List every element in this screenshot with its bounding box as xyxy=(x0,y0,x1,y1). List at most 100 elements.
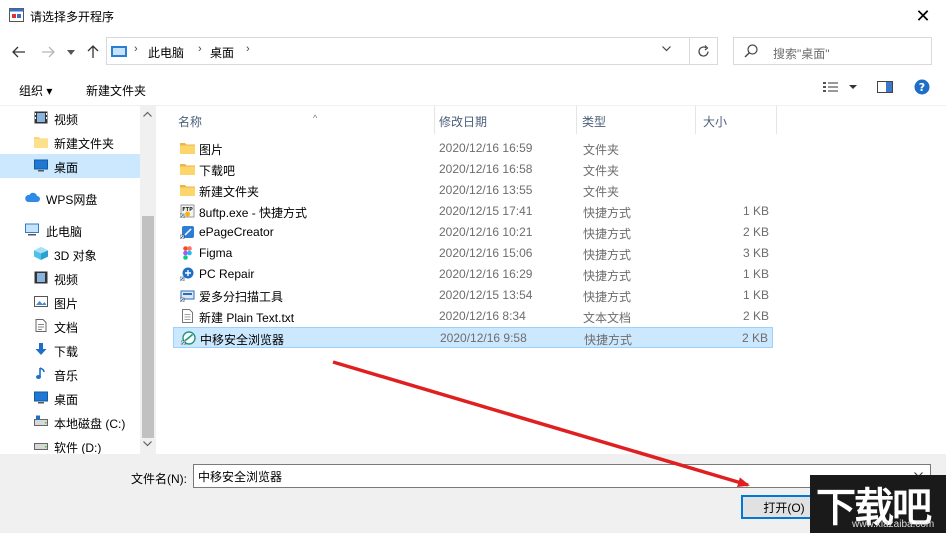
file-row[interactable]: 下载吧 2020/12/16 16:58 文件夹 xyxy=(173,159,773,180)
column-header-name[interactable]: 名称 ^ xyxy=(173,106,435,134)
file-row[interactable]: Figma 2020/12/16 15:06 快捷方式 3 KB xyxy=(173,243,773,264)
desktop-icon xyxy=(34,159,48,172)
nav-item-label: 音乐 xyxy=(54,369,79,383)
file-type: 文件夹 xyxy=(583,164,620,178)
nav-item-pictures[interactable]: 图片 xyxy=(0,290,140,314)
nav-item-label: 视频 xyxy=(54,273,79,287)
file-row[interactable]: ePageCreator 2020/12/16 10:21 快捷方式 2 KB xyxy=(173,222,773,243)
file-type: 文本文档 xyxy=(583,311,632,325)
file-size: 1 KB xyxy=(742,204,769,218)
address-history-dropdown[interactable] xyxy=(662,44,671,55)
file-type: 文件夹 xyxy=(583,143,620,157)
breadcrumb-desktop[interactable]: 桌面 xyxy=(210,44,234,61)
preview-pane-button[interactable] xyxy=(877,80,893,97)
navigation-pane: 视频 新建文件夹 桌面 WPS网盘 此电脑 3D 对象 视频 图片 文档 下载 … xyxy=(0,106,156,454)
nav-item-documents[interactable]: 文档 xyxy=(0,314,140,338)
file-date: 2020/12/16 13:55 xyxy=(439,183,533,197)
navigation-scrollbar[interactable] xyxy=(140,106,156,454)
file-row[interactable]: FTP 8uftp.exe - 快捷方式 2020/12/15 17:41 快捷… xyxy=(173,201,773,222)
arrow-right-icon xyxy=(42,46,55,58)
picture-icon xyxy=(34,296,48,307)
file-date: 2020/12/16 16:29 xyxy=(439,267,533,281)
nav-item-music[interactable]: 音乐 xyxy=(0,362,140,386)
up-button[interactable] xyxy=(82,41,104,63)
nav-item-label: 下载 xyxy=(54,345,79,359)
forward-button[interactable] xyxy=(37,41,59,63)
file-row[interactable]: 新建文件夹 2020/12/16 13:55 文件夹 xyxy=(173,180,773,201)
nav-item-drive-c[interactable]: 本地磁盘 (C:) xyxy=(0,410,140,434)
close-button[interactable]: ✕ xyxy=(900,0,946,32)
organize-button[interactable]: 组织 ▾ xyxy=(19,82,52,99)
app-window-icon xyxy=(9,8,24,22)
cube-icon xyxy=(34,247,48,260)
nav-item-3d-objects[interactable]: 3D 对象 xyxy=(0,242,140,266)
computer-icon xyxy=(25,223,39,236)
folder-icon xyxy=(180,164,195,175)
scrollbar-thumb[interactable] xyxy=(142,216,154,438)
column-header-size[interactable]: 大小 xyxy=(696,106,776,134)
text-file-icon xyxy=(182,309,193,323)
preview-pane-icon xyxy=(877,81,893,93)
nav-item-label: 此电脑 xyxy=(46,225,83,239)
video-icon xyxy=(34,111,48,124)
nav-item-desktop[interactable]: 桌面 xyxy=(0,154,140,178)
file-size: 2 KB xyxy=(741,331,768,345)
file-date: 2020/12/16 16:58 xyxy=(439,162,533,176)
file-size: 2 KB xyxy=(742,309,769,323)
view-options-button[interactable] xyxy=(822,80,858,97)
file-row[interactable]: 图片 2020/12/16 16:59 文件夹 xyxy=(173,138,773,159)
open-button-label: 打开(O) xyxy=(763,500,805,515)
refresh-button[interactable] xyxy=(689,37,717,65)
file-row[interactable]: 爱多分扫描工具 2020/12/15 13:54 快捷方式 1 KB xyxy=(173,285,773,306)
help-button[interactable]: ? xyxy=(914,79,930,98)
column-divider[interactable] xyxy=(776,106,777,134)
nav-item-new-folder[interactable]: 新建文件夹 xyxy=(0,130,140,154)
nav-item-drive-d[interactable]: 软件 (D:) xyxy=(0,434,140,454)
search-box[interactable]: 搜索"桌面" xyxy=(733,37,932,65)
nav-item-this-pc[interactable]: 此电脑 xyxy=(0,218,140,242)
file-date: 2020/12/16 10:21 xyxy=(439,225,533,239)
folder-icon xyxy=(180,185,195,196)
music-icon xyxy=(36,367,45,379)
video-icon xyxy=(34,271,48,284)
file-list: 名称 ^ 修改日期 类型 大小 图片 2020/12/16 16:59 文件夹 … xyxy=(156,106,946,454)
file-name: Figma xyxy=(199,246,233,260)
column-header-date[interactable]: 修改日期 xyxy=(435,106,577,134)
recent-locations-button[interactable] xyxy=(60,41,82,63)
new-folder-button[interactable]: 新建文件夹 xyxy=(86,82,146,99)
refresh-icon xyxy=(698,44,709,57)
app-shortcut-icon xyxy=(180,267,194,281)
download-icon xyxy=(35,343,47,355)
breadcrumb-separator-icon: › xyxy=(198,43,202,55)
column-label: 修改日期 xyxy=(439,115,488,129)
watermark-url: www.xiazaiba.com xyxy=(852,519,935,530)
file-date: 2020/12/16 9:58 xyxy=(440,331,527,345)
file-name: 图片 xyxy=(199,143,224,157)
dialog-footer: 文件名(N): 打开(O) xyxy=(0,454,946,533)
file-name: 8uftp.exe - 快捷方式 xyxy=(199,206,308,220)
scroll-down-icon[interactable] xyxy=(143,439,152,449)
nav-item-label: 3D 对象 xyxy=(54,249,97,263)
back-button[interactable] xyxy=(8,41,30,63)
nav-item-label: 视频 xyxy=(54,113,79,127)
nav-item-downloads[interactable]: 下载 xyxy=(0,338,140,362)
nav-item-label: 图片 xyxy=(54,297,79,311)
file-row[interactable]: 新建 Plain Text.txt 2020/12/16 8:34 文本文档 2… xyxy=(173,306,773,327)
file-date: 2020/12/16 15:06 xyxy=(439,246,533,260)
breadcrumb-this-pc[interactable]: 此电脑 xyxy=(148,44,184,61)
nav-item-label: 本地磁盘 (C:) xyxy=(54,417,126,431)
address-bar[interactable]: › 此电脑 › 桌面 › xyxy=(106,37,718,65)
file-row[interactable]: PC Repair 2020/12/16 16:29 快捷方式 1 KB xyxy=(173,264,773,285)
file-name: 新建文件夹 xyxy=(199,185,260,199)
sort-ascending-icon: ^ xyxy=(313,113,318,123)
nav-item-desktop-2[interactable]: 桌面 xyxy=(0,386,140,410)
filename-label: 文件名(N): xyxy=(131,472,187,486)
nav-item-wps-drive[interactable]: WPS网盘 xyxy=(0,186,140,210)
scroll-up-icon[interactable] xyxy=(143,109,152,119)
file-row-selected[interactable]: 中移安全浏览器 2020/12/16 9:58 快捷方式 2 KB xyxy=(173,327,773,348)
file-size: 2 KB xyxy=(742,225,769,239)
nav-item-videos-2[interactable]: 视频 xyxy=(0,266,140,290)
column-header-type[interactable]: 类型 xyxy=(577,106,695,134)
file-type: 快捷方式 xyxy=(584,333,633,347)
nav-item-videos[interactable]: 视频 xyxy=(0,106,140,130)
